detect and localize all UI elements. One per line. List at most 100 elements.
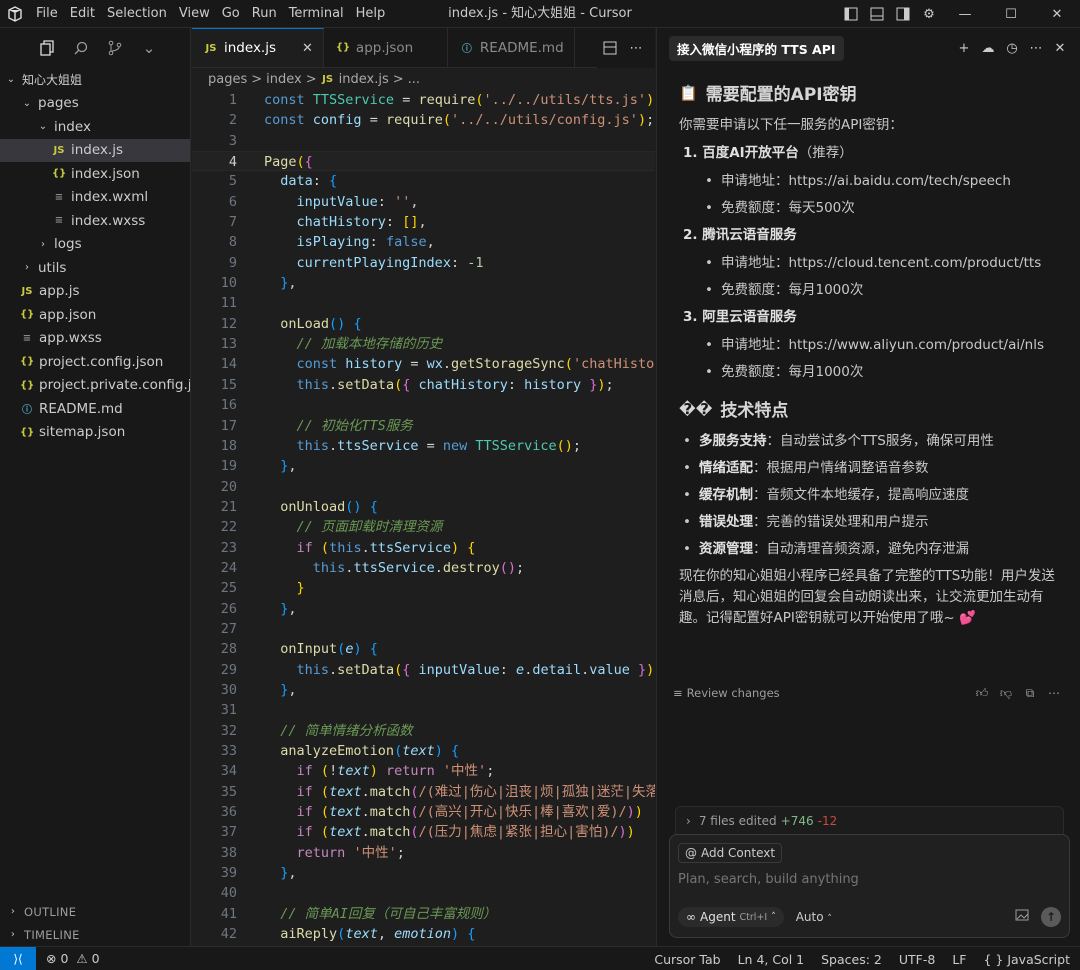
- cloud-icon[interactable]: ☁: [976, 41, 1000, 56]
- maximize-button[interactable]: ☐: [988, 0, 1034, 28]
- chevron-right-icon: ›: [25, 262, 29, 274]
- tree-root-folder[interactable]: ⌄ 知心大姐姐: [0, 68, 190, 92]
- chat-input[interactable]: [678, 872, 1061, 887]
- outline-section[interactable]: › OUTLINE: [0, 900, 190, 923]
- tab-index-js[interactable]: JS index.js ✕: [192, 28, 324, 67]
- toggle-primary-sidebar-icon[interactable]: [840, 0, 862, 28]
- tree-item[interactable]: ≡ index.wxml: [0, 186, 190, 210]
- history-icon[interactable]: ◷: [1000, 41, 1024, 56]
- code-line: 22 // 页面卸载时清理资源: [220, 519, 443, 536]
- section-heading: 📋 需要配置的API密钥: [679, 83, 857, 106]
- code-line: 33 analyzeEmotion(text) {: [220, 743, 460, 759]
- tree-item[interactable]: › utils: [0, 256, 190, 280]
- toggle-secondary-sidebar-icon[interactable]: [892, 0, 914, 28]
- tree-item[interactable]: ≡ app.wxss: [0, 327, 190, 351]
- timeline-section[interactable]: › TIMELINE: [0, 923, 190, 946]
- close-window-button[interactable]: ✕: [1034, 0, 1080, 28]
- wx-file-icon: ≡: [54, 215, 64, 227]
- settings-gear-icon[interactable]: ⚙: [918, 0, 940, 28]
- tree-item[interactable]: {} project.config.json: [0, 350, 190, 374]
- copy-icon[interactable]: ⧉: [1018, 686, 1042, 701]
- cursor-tab-status[interactable]: Cursor Tab: [654, 952, 720, 967]
- tree-item[interactable]: ⌄ index: [0, 115, 190, 139]
- json-file-icon: {}: [52, 168, 67, 180]
- thumbs-up-icon[interactable]: 👍︎: [970, 686, 994, 701]
- add-context-button[interactable]: @ Add Context: [678, 843, 783, 863]
- files-edited-summary[interactable]: › 7 files edited +746 -12: [675, 806, 1064, 834]
- split-editor-icon[interactable]: [599, 34, 621, 62]
- send-button[interactable]: ↑: [1041, 907, 1061, 927]
- javascript-file-icon: JS: [53, 144, 65, 156]
- tree-item[interactable]: JS app.js: [0, 280, 190, 304]
- more-options-icon[interactable]: ⋯: [1024, 41, 1048, 56]
- closing-paragraph: 现在你的知心姐姐小程序已经具备了完整的TTS功能！用户发送消息后，知心姐姐的回复…: [679, 568, 1055, 626]
- menu-go[interactable]: Go: [216, 0, 246, 28]
- problems-indicator[interactable]: ⊗ 0 ⚠ 0: [46, 951, 100, 966]
- code-line: 31: [220, 702, 237, 719]
- indentation-status[interactable]: Spaces: 2: [821, 952, 882, 967]
- code-line-current: 4 Page({: [192, 151, 655, 172]
- review-changes-link[interactable]: Review changes: [687, 686, 780, 700]
- menu-view[interactable]: View: [173, 0, 216, 28]
- close-panel-icon[interactable]: ✕: [1048, 41, 1072, 56]
- url-link[interactable]: https://ai.baidu.com/tech/speech: [789, 173, 1011, 189]
- tree-item[interactable]: {}project.private.config.js...: [0, 374, 190, 398]
- tree-item[interactable]: JS index.js: [0, 138, 190, 162]
- tree-item[interactable]: {} app.json: [0, 303, 190, 327]
- list-item: 情绪适配：根据用户情绪调整语音参数: [683, 458, 1058, 478]
- code-line: 37 if (text.match(/(压力|焦虑|紧张|担心|害怕)/)): [220, 824, 635, 841]
- more-actions-icon[interactable]: ⋯: [625, 34, 647, 62]
- menu-edit[interactable]: Edit: [64, 0, 101, 28]
- code-line: 39 },: [220, 865, 297, 882]
- status-bar: ⟩⟨ ⊗ 0 ⚠ 0 Cursor Tab Ln 4, Col 1 Spaces…: [0, 946, 1080, 970]
- menu-selection[interactable]: Selection: [101, 0, 173, 28]
- code-line: 34 if (!text) return '中性';: [220, 763, 495, 780]
- list-item: 1. 百度AI开放平台（推荐）: [683, 145, 853, 161]
- code-lines[interactable]: 1 const TTSService = require('../../utils…: [192, 90, 655, 944]
- eol-status[interactable]: LF: [952, 952, 966, 967]
- menu-help[interactable]: Help: [350, 0, 392, 28]
- url-link[interactable]: https://www.aliyun.com/product/ai/nls: [789, 337, 1045, 353]
- info-file-icon: ⓘ: [22, 405, 32, 417]
- url-link[interactable]: https://cloud.tencent.com/product/tts: [789, 255, 1042, 271]
- tree-item[interactable]: › logs: [0, 233, 190, 257]
- chevron-down-icon[interactable]: ⌄: [132, 31, 166, 65]
- language-mode[interactable]: { } JavaScript: [983, 952, 1070, 967]
- tree-item[interactable]: ≡ index.wxss: [0, 209, 190, 233]
- code-line: 21 onUnload() {: [220, 498, 378, 515]
- chevron-right-icon: ›: [10, 906, 16, 917]
- source-control-icon[interactable]: [98, 31, 132, 65]
- tab-app-json[interactable]: {} app.json: [324, 28, 448, 67]
- tree-item[interactable]: {} index.json: [0, 162, 190, 186]
- cursor-position[interactable]: Ln 4, Col 1: [738, 952, 805, 967]
- model-selector[interactable]: Auto ˄: [796, 910, 832, 924]
- menu-file[interactable]: File: [30, 0, 64, 28]
- thumbs-down-icon[interactable]: 👎︎: [994, 686, 1018, 701]
- tree-item[interactable]: ⓘ README.md: [0, 397, 190, 421]
- chevron-right-icon: ›: [686, 813, 691, 828]
- tree-item[interactable]: {} sitemap.json: [0, 421, 190, 445]
- chat-tab-title[interactable]: 接入微信小程序的 TTS API: [669, 35, 844, 61]
- list-item: 3. 阿里云语音服务: [683, 309, 797, 325]
- explorer-files-icon[interactable]: [30, 31, 64, 65]
- close-tab-icon[interactable]: ✕: [302, 41, 313, 56]
- remote-indicator-icon[interactable]: ⟩⟨: [0, 946, 36, 970]
- new-chat-icon[interactable]: +: [952, 41, 976, 56]
- code-line: 7 chatHistory: [],: [228, 214, 427, 231]
- more-options-icon[interactable]: ⋯: [1042, 686, 1066, 700]
- tab-readme-md[interactable]: ⓘ README.md: [448, 28, 575, 67]
- tree-item[interactable]: ⌄ pages: [0, 92, 190, 116]
- code-line: 15 this.setData({ chatHistory: history }…: [220, 376, 614, 393]
- code-line: 29 this.setData({ inputValue: e.detail.v…: [220, 661, 655, 678]
- minimize-button[interactable]: —: [942, 0, 988, 28]
- encoding-status[interactable]: UTF-8: [899, 952, 935, 967]
- menu-terminal[interactable]: Terminal: [283, 0, 350, 28]
- chat-composer: @ Add Context ∞ Agent Ctrl+I ˄ Auto ˄ ↑: [669, 834, 1070, 938]
- list-item: 错误处理：完善的错误处理和用户提示: [683, 512, 1058, 532]
- menu-run[interactable]: Run: [246, 0, 283, 28]
- review-list-icon: ≡: [673, 686, 683, 700]
- search-icon[interactable]: [64, 31, 98, 65]
- image-upload-icon[interactable]: [1015, 909, 1029, 925]
- toggle-panel-icon[interactable]: [866, 0, 888, 28]
- agent-mode-selector[interactable]: ∞ Agent Ctrl+I ˄: [678, 907, 784, 927]
